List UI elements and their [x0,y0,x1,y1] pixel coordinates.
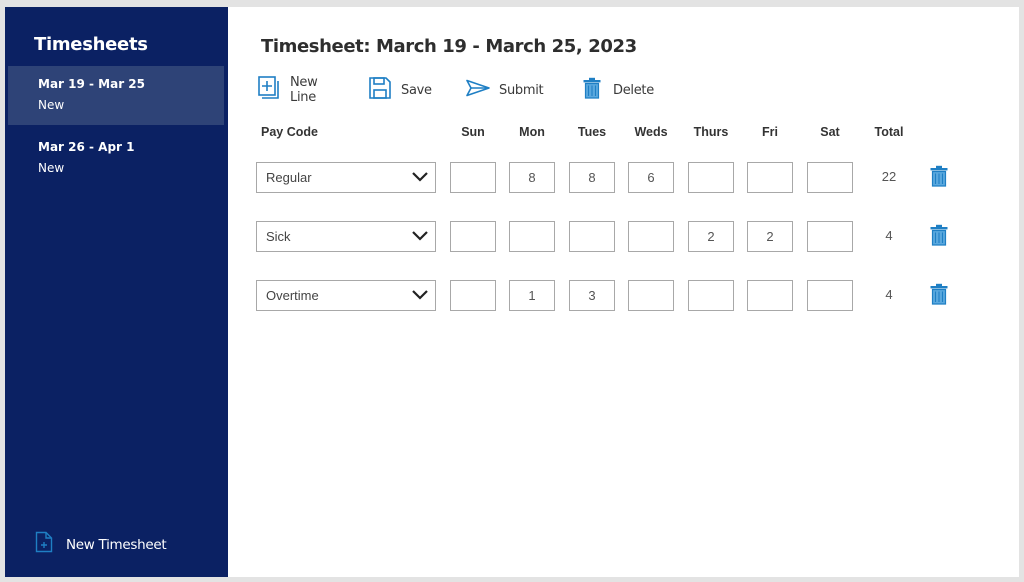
page-title: Timesheet: March 19 - March 25, 2023 [261,36,637,57]
hours-input-weds[interactable] [628,280,674,311]
new-line-button[interactable]: New Line [258,75,318,105]
column-header-day: Thurs [693,125,729,139]
pay-code-value: Regular [266,170,312,185]
column-header-total: Total [874,125,904,139]
send-icon [466,79,490,102]
delete-row-trash-icon[interactable] [930,224,948,251]
main-panel: Timesheet: March 19 - March 25, 2023 New… [228,7,1019,577]
submit-button[interactable]: Submit [466,77,544,103]
hours-input-fri[interactable]: 2 [747,221,793,252]
table-row: Sick 2 2 4 [228,221,1019,253]
delete-label: Delete [613,82,654,98]
column-header-day: Mon [519,125,545,139]
save-label: Save [401,82,432,98]
new-document-icon [35,531,53,558]
hours-input-sat[interactable] [807,162,853,193]
delete-row-trash-icon[interactable] [930,283,948,310]
pay-code-dropdown[interactable]: Sick [256,221,436,252]
column-header-day: Tues [577,125,607,139]
hours-input-sun[interactable] [450,221,496,252]
hours-input-weds[interactable] [628,221,674,252]
sidebar: Timesheets Mar 19 - Mar 25 New Mar 26 - … [5,7,228,577]
hours-input-thurs[interactable]: 2 [688,221,734,252]
submit-label: Submit [499,82,544,98]
hours-input-sun[interactable] [450,280,496,311]
hours-input-thurs[interactable] [688,162,734,193]
table-row: Overtime 1 3 4 [228,280,1019,312]
timesheet-status: New [38,161,65,175]
hours-input-sun[interactable] [450,162,496,193]
hours-input-mon[interactable]: 1 [509,280,555,311]
pay-code-dropdown[interactable]: Overtime [256,280,436,311]
hours-input-thurs[interactable] [688,280,734,311]
new-line-label: New Line [290,75,318,105]
column-header-day: Fri [762,125,778,139]
app-window: Timesheets Mar 19 - Mar 25 New Mar 26 - … [5,7,1019,577]
trash-icon [583,77,601,104]
hours-input-tues[interactable]: 8 [569,162,615,193]
delete-button[interactable]: Delete [583,77,654,103]
timesheet-range: Mar 19 - Mar 25 [38,77,146,91]
new-timesheet-label: New Timesheet [66,536,167,553]
pay-code-value: Sick [266,229,291,244]
hours-input-tues[interactable]: 3 [569,280,615,311]
column-header-pay-code: Pay Code [261,125,318,139]
pay-code-dropdown[interactable]: Regular [256,162,436,193]
chevron-down-icon [411,170,429,189]
row-total: 22 [881,169,897,184]
pay-code-value: Overtime [266,288,319,303]
hours-input-weds[interactable]: 6 [628,162,674,193]
hours-input-sat[interactable] [807,221,853,252]
hours-input-mon[interactable] [509,221,555,252]
column-header-day: Sun [461,125,485,139]
sidebar-title: Timesheets [34,34,148,55]
add-line-icon [258,75,280,105]
column-header-day: Weds [634,125,668,139]
new-timesheet-button[interactable]: New Timesheet [35,531,167,558]
row-total: 4 [885,287,893,302]
chevron-down-icon [411,229,429,248]
sidebar-item-timesheet[interactable]: Mar 19 - Mar 25 New [8,66,224,125]
save-button[interactable]: Save [369,76,432,104]
row-total: 4 [885,228,893,243]
timesheet-range: Mar 26 - Apr 1 [38,140,135,154]
hours-input-sat[interactable] [807,280,853,311]
hours-input-mon[interactable]: 8 [509,162,555,193]
table-row: Regular 8 8 6 22 [228,162,1019,194]
hours-input-tues[interactable] [569,221,615,252]
sidebar-item-timesheet[interactable]: Mar 26 - Apr 1 New [8,129,224,188]
hours-input-fri[interactable] [747,280,793,311]
timesheet-status: New [38,98,65,112]
chevron-down-icon [411,288,429,307]
floppy-disk-icon [369,76,391,104]
delete-row-trash-icon[interactable] [930,165,948,192]
hours-input-fri[interactable] [747,162,793,193]
column-header-day: Sat [820,125,840,139]
